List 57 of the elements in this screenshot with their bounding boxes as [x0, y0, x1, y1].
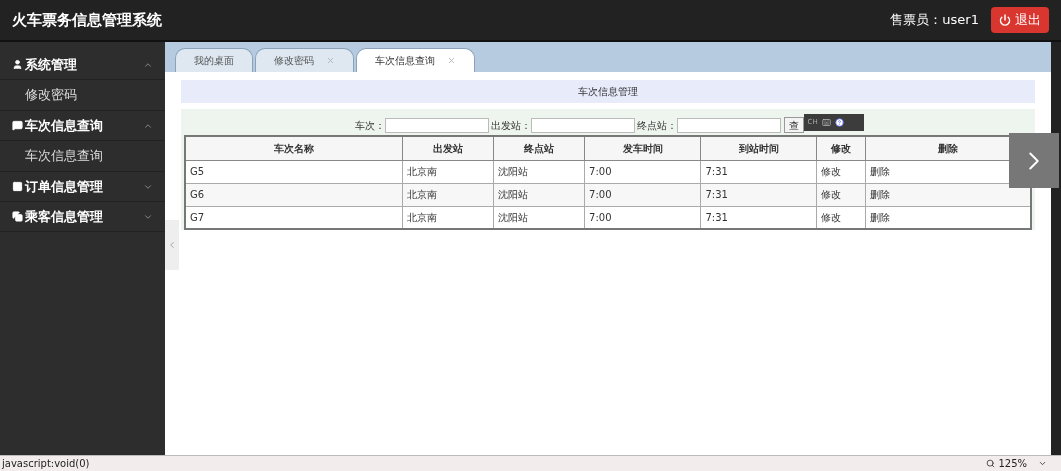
- keyboard-icon[interactable]: [821, 117, 831, 127]
- delete-link[interactable]: 删除: [870, 211, 891, 223]
- tab[interactable]: 修改密码: [255, 48, 354, 72]
- table-cell: 北京南: [406, 189, 437, 200]
- help-icon[interactable]: [834, 117, 844, 127]
- field-label: 车次：: [354, 118, 385, 133]
- panel-title: 车次信息管理: [181, 80, 1035, 103]
- field-label: 终点站：: [636, 118, 677, 133]
- table-cell: 沈阳站: [498, 189, 529, 200]
- table-cell: G6: [190, 189, 205, 200]
- user-label: 售票员：user1: [890, 11, 979, 30]
- column-header: 出发站: [402, 136, 494, 160]
- table-cell: G7: [190, 211, 205, 223]
- tab[interactable]: 车次信息查询: [356, 48, 475, 72]
- table-cell: 7:00: [589, 189, 612, 200]
- table-cell: 北京南: [406, 166, 437, 177]
- column-header: 到站时间: [700, 136, 817, 160]
- close-icon[interactable]: [447, 56, 456, 65]
- table-cell: 沈阳站: [498, 211, 529, 223]
- column-header: 修改: [816, 136, 866, 160]
- group-label: 订单信息管理: [25, 177, 104, 196]
- table-cell: 7:00: [589, 166, 612, 177]
- table-cell: 7:00: [589, 211, 612, 223]
- column-header: 发车时间: [584, 136, 701, 160]
- zoom-level[interactable]: 125%: [998, 456, 1027, 471]
- column-header: 车次名称: [185, 136, 403, 160]
- next-button[interactable]: [1009, 133, 1059, 188]
- group-label: 车次信息查询: [25, 116, 104, 135]
- search-field[interactable]: [676, 117, 781, 133]
- search-button[interactable]: 查: [783, 117, 804, 133]
- delete-link[interactable]: 删除: [870, 166, 891, 177]
- status-url: javascript:void(0): [2, 457, 90, 471]
- group-label: 系统管理: [25, 55, 78, 74]
- power-icon: [999, 14, 1011, 26]
- table-cell: 7:31: [705, 189, 728, 200]
- chevron-left-icon: [167, 240, 177, 250]
- copy-icon: [12, 211, 23, 222]
- column-header: 终点站: [493, 136, 585, 160]
- dropdown-icon[interactable]: [1038, 459, 1047, 468]
- collapse-handle[interactable]: [165, 220, 179, 270]
- group-label: 乘客信息管理: [25, 207, 104, 226]
- table-cell: 北京南: [406, 211, 437, 223]
- table-cell: G5: [190, 166, 205, 177]
- chat-icon: [12, 120, 23, 131]
- tab[interactable]: 我的桌面: [175, 48, 253, 72]
- table-cell: 7:31: [705, 166, 728, 177]
- search-field[interactable]: [384, 117, 489, 133]
- field-label: 出发站：: [490, 118, 531, 133]
- search-field[interactable]: [530, 117, 635, 133]
- logout-button[interactable]: 退出: [991, 7, 1049, 33]
- table-cell: 7:31: [705, 211, 728, 223]
- app-title: 火车票务信息管理系统: [12, 9, 162, 31]
- zoom-icon: [986, 459, 996, 468]
- delete-link[interactable]: 删除: [870, 189, 891, 200]
- user-icon: [12, 59, 23, 70]
- close-icon[interactable]: [326, 56, 335, 65]
- table-cell: 沈阳站: [498, 166, 529, 177]
